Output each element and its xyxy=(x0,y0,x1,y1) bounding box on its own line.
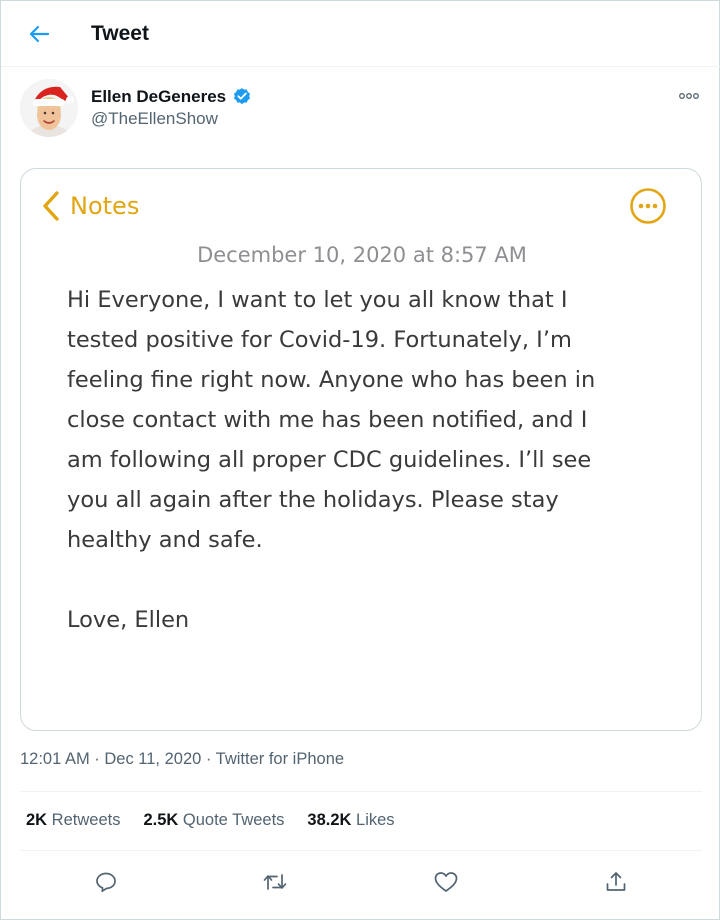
tweet-timestamp-source[interactable]: 12:01 AM · Dec 11, 2020 · Twitter for iP… xyxy=(20,750,344,769)
more-horizontal-icon xyxy=(679,93,699,99)
likes-label: Likes xyxy=(351,811,395,829)
tweet-media-image[interactable]: Notes December 10, 2020 at 8:57 AM Hi Ev… xyxy=(20,168,702,731)
share-button[interactable] xyxy=(597,863,635,901)
more-options-button[interactable] xyxy=(673,85,705,107)
quote-tweets-label: Quote Tweets xyxy=(178,811,285,829)
retweet-button[interactable] xyxy=(256,863,294,901)
divider xyxy=(20,791,702,792)
retweets-count: 2K xyxy=(26,811,48,829)
arrow-left-icon xyxy=(29,25,50,43)
page-title: Tweet xyxy=(91,22,149,45)
author-name[interactable]: Ellen DeGeneres xyxy=(91,87,226,107)
notes-back-label: Notes xyxy=(70,192,140,220)
quote-tweets-stat[interactable]: 2.5K Quote Tweets xyxy=(143,811,284,830)
back-button[interactable] xyxy=(21,17,57,51)
verified-badge-icon xyxy=(234,88,250,105)
like-button[interactable] xyxy=(427,863,465,901)
quote-tweets-count: 2.5K xyxy=(143,811,179,829)
notes-back-button: Notes xyxy=(42,189,139,223)
chevron-left-icon xyxy=(43,191,59,221)
note-date: December 10, 2020 at 8:57 AM xyxy=(197,243,527,267)
heart-icon xyxy=(434,872,458,892)
reply-button[interactable] xyxy=(87,863,125,901)
header-bar: Tweet xyxy=(1,1,720,67)
action-bar xyxy=(20,859,702,905)
share-icon xyxy=(606,872,626,891)
engagement-stats: 2K Retweets 2.5K Quote Tweets 38.2K Like… xyxy=(26,811,395,830)
divider xyxy=(20,850,702,851)
retweet-icon xyxy=(263,874,287,890)
retweets-stat[interactable]: 2K Retweets xyxy=(26,811,120,830)
note-body-text: Hi Everyone, I want to let you all know … xyxy=(67,287,596,633)
likes-count: 38.2K xyxy=(307,811,352,829)
avatar-image xyxy=(20,79,78,137)
ellipsis-circle-icon xyxy=(630,188,666,224)
likes-stat[interactable]: 38.2K Likes xyxy=(307,811,394,830)
avatar[interactable] xyxy=(20,79,78,137)
retweets-label: Retweets xyxy=(47,811,121,829)
tweet-page: Tweet Ellen DeGeneres @TheEllenShow Note… xyxy=(0,0,720,920)
reply-icon xyxy=(96,872,116,893)
author-handle[interactable]: @TheEllenShow xyxy=(91,109,218,129)
